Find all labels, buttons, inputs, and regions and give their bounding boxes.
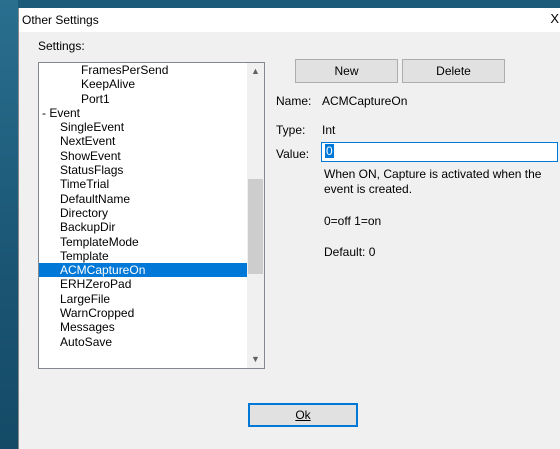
value-input[interactable]: 0: [321, 142, 558, 162]
desktop-background-top: [0, 0, 560, 8]
list-item[interactable]: ShowEvent: [39, 149, 247, 163]
name-value: ACMCaptureOn: [322, 94, 408, 108]
delete-button[interactable]: Delete: [402, 59, 505, 83]
list-item[interactable]: Directory: [39, 206, 247, 220]
new-button[interactable]: New: [295, 59, 398, 83]
setting-description: When ON, Capture is activated when the e…: [324, 167, 542, 196]
list-item[interactable]: WarnCropped: [39, 306, 247, 320]
chevron-up-icon[interactable]: ▲: [247, 63, 264, 80]
tree-group-item[interactable]: - Event: [39, 106, 247, 120]
chevron-down-icon[interactable]: ▼: [247, 351, 264, 368]
list-item[interactable]: SingleEvent: [39, 120, 247, 134]
setting-value-hint: 0=off 1=on: [324, 214, 382, 228]
value-label: Value:: [276, 147, 310, 161]
value-selected-text: 0: [325, 144, 334, 158]
settings-list-scrollbar[interactable]: ▲ ▼: [247, 63, 264, 368]
list-item[interactable]: Messages: [39, 320, 247, 334]
list-item[interactable]: DefaultName: [39, 192, 247, 206]
list-item[interactable]: FramesPerSend: [39, 63, 247, 77]
ok-button-label: Ok: [295, 408, 311, 422]
title-bar[interactable]: Other Settings X: [19, 8, 560, 32]
ok-button[interactable]: Ok: [248, 403, 358, 427]
list-item[interactable]: AutoSave: [39, 335, 247, 349]
list-item[interactable]: NextEvent: [39, 134, 247, 148]
list-item[interactable]: Port1: [39, 92, 247, 106]
list-item[interactable]: ACMCaptureOn: [39, 263, 247, 278]
close-icon[interactable]: X: [550, 11, 559, 26]
list-item[interactable]: KeepAlive: [39, 77, 247, 91]
settings-list-items: FramesPerSend KeepAlive Port1- Event Single…: [39, 63, 247, 349]
list-item[interactable]: Template: [39, 249, 247, 263]
list-item[interactable]: TimeTrial: [39, 177, 247, 191]
name-label: Name:: [276, 94, 312, 108]
other-settings-dialog: Other Settings X Settings: FramesPerSend…: [18, 8, 560, 449]
list-item[interactable]: BackupDir: [39, 220, 247, 234]
settings-list[interactable]: FramesPerSend KeepAlive Port1- Event Single…: [38, 62, 265, 369]
settings-label: Settings:: [38, 39, 85, 53]
list-item[interactable]: ERHZeroPad: [39, 277, 247, 291]
type-value: Int: [322, 123, 336, 137]
setting-default: Default: 0: [324, 245, 376, 259]
scrollbar-thumb[interactable]: [248, 179, 263, 274]
list-item[interactable]: LargeFile: [39, 292, 247, 306]
list-item[interactable]: StatusFlags: [39, 163, 247, 177]
desktop-background: [0, 0, 18, 449]
list-item[interactable]: TemplateMode: [39, 235, 247, 249]
type-label: Type:: [276, 123, 306, 137]
window-title: Other Settings: [22, 13, 99, 27]
